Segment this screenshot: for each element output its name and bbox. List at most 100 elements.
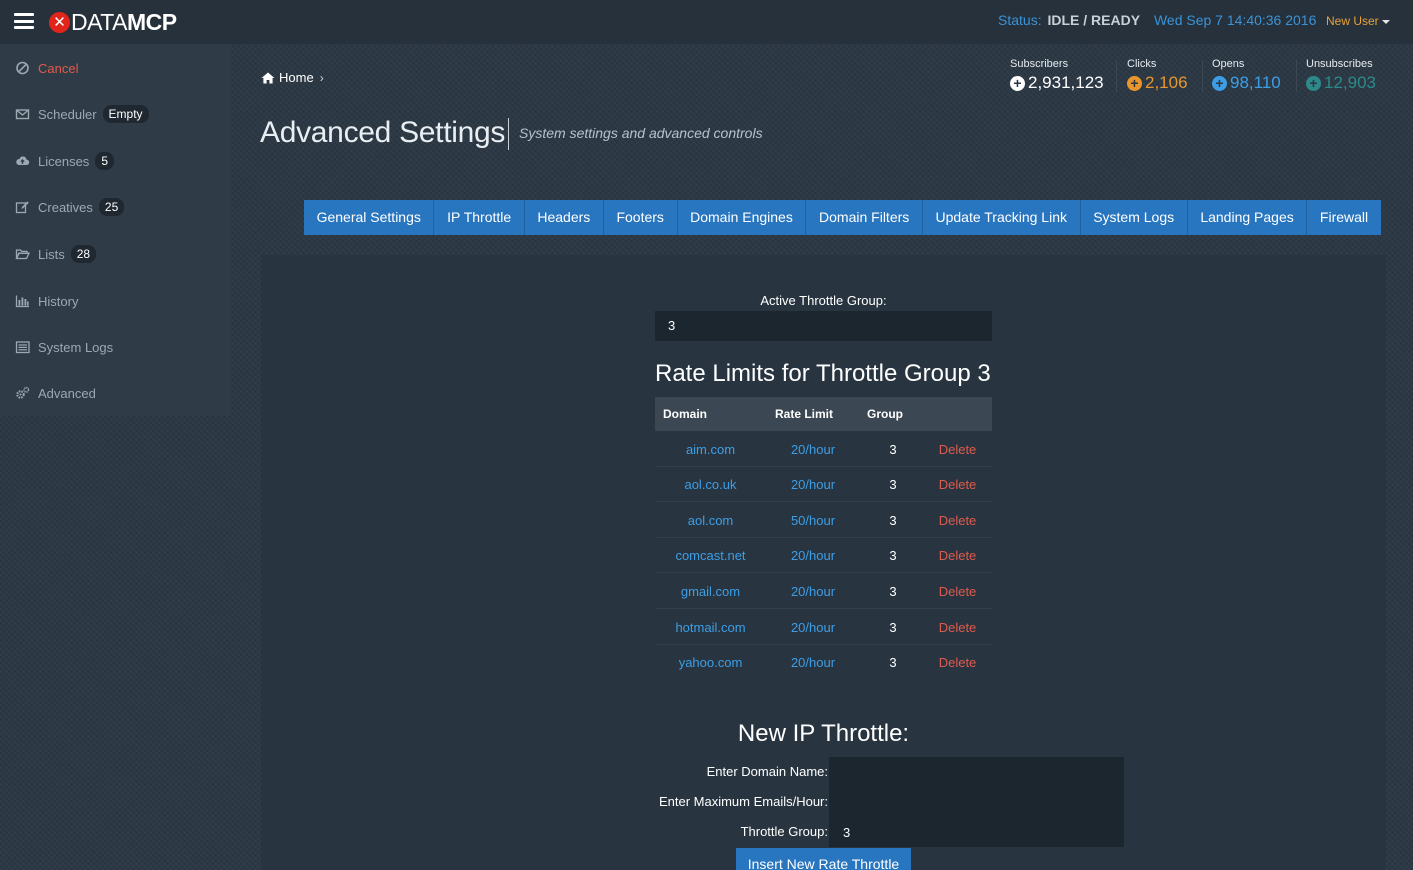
sidebar-badge: 5 [95, 152, 114, 170]
sidebar-item-label: Lists [38, 246, 65, 262]
stat-divider [1296, 60, 1297, 92]
user-name: New User [1326, 14, 1379, 28]
sidebar-item-cancel[interactable]: Cancel [15, 58, 78, 78]
domain-link[interactable]: aol.co.uk [655, 477, 766, 492]
tab-system-logs[interactable]: System Logs [1080, 200, 1188, 235]
settings-tabs: General Settings IP Throttle Headers Foo… [304, 200, 1381, 235]
sidebar-item-scheduler[interactable]: Scheduler Empty [15, 104, 149, 124]
new-ip-throttle-title: New IP Throttle: [737, 720, 910, 747]
table-row: comcast.net 20/hour 3 Delete [655, 538, 992, 573]
bar-chart-icon [15, 295, 29, 308]
envelope-icon [15, 109, 30, 120]
domain-link[interactable]: yahoo.com [655, 655, 766, 670]
brand-logo[interactable]: ✕ DATAMCP [49, 8, 177, 35]
hamburger-menu-icon[interactable] [14, 13, 34, 29]
sidebar-item-lists[interactable]: Lists 28 [15, 244, 97, 264]
active-throttle-group-label: Active Throttle Group: [760, 293, 887, 308]
page-subtitle: System settings and advanced controls [519, 125, 763, 141]
delete-link[interactable]: Delete [929, 513, 986, 528]
sidebar-item-creatives[interactable]: Creatives 25 [15, 197, 125, 217]
tab-general-settings[interactable]: General Settings [304, 200, 435, 235]
status-value: IDLE / READY [1047, 12, 1141, 28]
brand-name-mcp: MCP [126, 8, 177, 35]
page-title: Advanced Settings [260, 116, 506, 149]
sidebar-item-history[interactable]: History [15, 291, 78, 311]
list-icon [15, 341, 30, 354]
delete-link[interactable]: Delete [929, 620, 986, 635]
caret-down-icon [1381, 19, 1390, 24]
stat-unsubscribes: Unsubscribes +12,903 [1306, 58, 1376, 93]
group-value: 3 [889, 655, 897, 670]
tab-update-tracking-link[interactable]: Update Tracking Link [922, 200, 1081, 235]
home-icon [261, 72, 275, 83]
insert-rate-throttle-button[interactable]: Insert New Rate Throttle [736, 848, 911, 870]
active-throttle-group-input[interactable]: 3 [655, 311, 992, 341]
tab-footers[interactable]: Footers [603, 200, 678, 235]
group-value: 3 [889, 548, 897, 563]
column-header-domain: Domain [663, 407, 708, 421]
rate-limit-link[interactable]: 20/hour [768, 584, 858, 599]
stat-value: 2,106 [1145, 73, 1188, 92]
sidebar-item-label: Scheduler [38, 106, 97, 122]
sidebar-item-label: Advanced [38, 385, 96, 401]
sidebar [0, 44, 231, 416]
tab-headers[interactable]: Headers [524, 200, 604, 235]
stat-clicks: Clicks +2,106 [1127, 58, 1188, 93]
stat-label: Subscribers [1010, 58, 1069, 70]
stat-subscribers: Subscribers +2,931,123 [1010, 58, 1104, 93]
domain-name-input[interactable] [829, 757, 1124, 787]
tab-domain-engines[interactable]: Domain Engines [677, 200, 807, 235]
group-value: 3 [889, 477, 897, 492]
folder-open-icon [15, 249, 30, 260]
stat-value: 2,931,123 [1028, 73, 1104, 92]
domain-link[interactable]: comcast.net [655, 548, 766, 563]
sidebar-item-system-logs[interactable]: System Logs [15, 337, 113, 357]
plus-circle-icon: + [1212, 75, 1227, 91]
sidebar-item-label: Creatives [38, 199, 93, 215]
rate-limit-link[interactable]: 50/hour [768, 513, 858, 528]
delete-link[interactable]: Delete [929, 548, 986, 563]
delete-link[interactable]: Delete [929, 584, 986, 599]
rate-limit-link[interactable]: 20/hour [768, 442, 858, 457]
throttle-group-label: Throttle Group: [740, 824, 828, 839]
group-value: 3 [889, 513, 897, 528]
logo-mark-icon: ✕ [49, 11, 70, 33]
throttle-group-input[interactable] [829, 817, 1124, 847]
delete-link[interactable]: Delete [929, 442, 986, 457]
rate-limit-link[interactable]: 20/hour [768, 548, 858, 563]
sidebar-badge: 28 [70, 245, 97, 263]
max-emails-input[interactable] [829, 787, 1124, 817]
stat-divider [1202, 60, 1203, 92]
stat-divider [1116, 60, 1117, 92]
sidebar-item-advanced[interactable]: Advanced [15, 383, 96, 403]
delete-link[interactable]: Delete [929, 655, 986, 670]
group-value: 3 [889, 584, 897, 599]
delete-link[interactable]: Delete [929, 477, 986, 492]
rate-limit-link[interactable]: 20/hour [768, 655, 858, 670]
tab-firewall[interactable]: Firewall [1307, 200, 1381, 235]
breadcrumb-home-link[interactable]: Home [279, 70, 314, 85]
sidebar-item-label: System Logs [38, 339, 114, 355]
table-row: yahoo.com 20/hour 3 Delete [655, 645, 992, 680]
rate-limits-title: Rate Limits for Throttle Group 3 [655, 360, 991, 387]
domain-name-label: Enter Domain Name: [706, 764, 828, 779]
plus-circle-icon: + [1127, 75, 1142, 91]
tab-ip-throttle[interactable]: IP Throttle [434, 200, 525, 235]
table-header: Domain Rate Limit Group [655, 397, 992, 431]
tab-landing-pages[interactable]: Landing Pages [1187, 200, 1308, 235]
sidebar-item-label: History [38, 293, 79, 309]
table-row: aol.com 50/hour 3 Delete [655, 503, 992, 538]
sidebar-item-licenses[interactable]: Licenses 5 [15, 151, 114, 171]
domain-link[interactable]: gmail.com [655, 584, 766, 599]
rate-limit-link[interactable]: 20/hour [768, 477, 858, 492]
domain-link[interactable]: hotmail.com [655, 620, 766, 635]
tab-domain-filters[interactable]: Domain Filters [806, 200, 923, 235]
breadcrumb: Home › [261, 70, 324, 85]
domain-link[interactable]: aol.com [655, 513, 766, 528]
throttle-group-value: 3 [843, 825, 851, 840]
edit-icon [15, 201, 29, 214]
domain-link[interactable]: aim.com [655, 442, 766, 457]
table-row: aol.co.uk 20/hour 3 Delete [655, 467, 992, 502]
user-menu-dropdown[interactable]: New User [1326, 14, 1390, 28]
rate-limit-link[interactable]: 20/hour [768, 620, 858, 635]
